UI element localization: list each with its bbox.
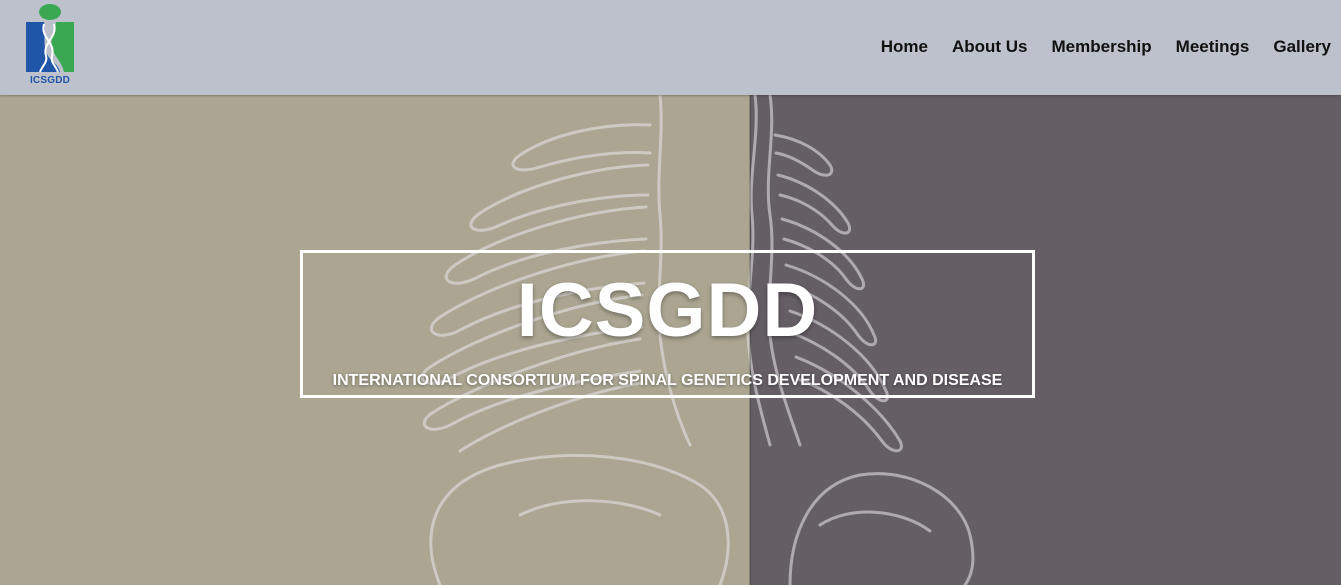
main-nav: Home About Us Membership Meetings Galler… <box>857 36 1331 58</box>
logo-text: ICSGDD <box>29 75 71 86</box>
nav-home[interactable]: Home <box>881 36 928 58</box>
nav-gallery[interactable]: Gallery <box>1273 36 1331 58</box>
nav-membership[interactable]: Membership <box>1052 36 1152 58</box>
dna-figure-icon <box>26 4 74 73</box>
icsgdd-logo[interactable]: ICSGDD <box>22 4 78 88</box>
hero-subtitle: INTERNATIONAL CONSORTIUM FOR SPINAL GENE… <box>332 372 1003 389</box>
site-header: ICSGDD Home About Us Membership Meetings… <box>0 0 1341 95</box>
nav-meetings[interactable]: Meetings <box>1176 36 1250 58</box>
hero-title-box: ICSGDD INTERNATIONAL CONSORTIUM FOR SPIN… <box>300 250 1035 398</box>
hero-banner: ICSGDD INTERNATIONAL CONSORTIUM FOR SPIN… <box>0 95 1341 585</box>
nav-about-us[interactable]: About Us <box>952 36 1028 58</box>
hero-title: ICSGDD <box>516 268 819 353</box>
